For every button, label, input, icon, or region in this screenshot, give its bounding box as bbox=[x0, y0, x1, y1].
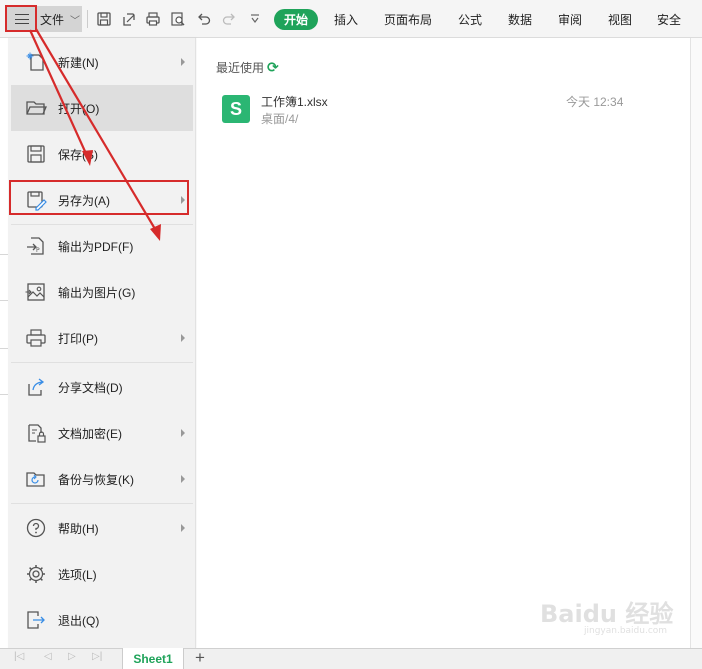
menu-item-exit[interactable]: 退出(Q) bbox=[11, 597, 193, 643]
menu-item-label: 输出为PDF(F) bbox=[58, 239, 134, 254]
tab-page-layout[interactable]: 页面布局 bbox=[384, 11, 432, 28]
open-folder-icon bbox=[26, 101, 47, 115]
help-icon bbox=[26, 518, 46, 538]
export-image-icon bbox=[25, 283, 45, 301]
refresh-icon[interactable]: ⟳ bbox=[267, 59, 279, 76]
menu-item-label: 新建(N) bbox=[58, 55, 99, 70]
tab-view[interactable]: 视图 bbox=[608, 11, 632, 28]
menu-item-share[interactable]: 分享文档(D) bbox=[11, 364, 193, 410]
submenu-arrow-icon bbox=[181, 475, 185, 483]
recent-title: 最近使用 ⟳ bbox=[216, 59, 279, 76]
print-icon[interactable] bbox=[142, 8, 164, 30]
menu-item-label: 打开(O) bbox=[58, 101, 100, 116]
menu-item-label: 选项(L) bbox=[58, 567, 97, 582]
tab-home[interactable]: 开始 bbox=[274, 9, 318, 30]
baidu-watermark: Baidu 经验 jingyan.baidu.com bbox=[540, 592, 690, 640]
menu-item-options[interactable]: 选项(L) bbox=[11, 551, 193, 597]
menu-item-label: 帮助(H) bbox=[58, 521, 99, 536]
print-preview-icon[interactable] bbox=[167, 8, 189, 30]
menu-item-encrypt[interactable]: 文档加密(E) bbox=[11, 410, 193, 456]
spreadsheet-file-icon: S bbox=[222, 95, 250, 123]
submenu-arrow-icon bbox=[181, 524, 185, 532]
export-pdf-icon: P bbox=[27, 237, 44, 255]
tab-security[interactable]: 安全 bbox=[657, 11, 681, 28]
tab-review[interactable]: 审阅 bbox=[558, 11, 582, 28]
menu-item-label: 退出(Q) bbox=[58, 613, 100, 628]
recent-files-panel: 最近使用 ⟳ S 工作簿1.xlsx 桌面/4/ 今天 12:34 bbox=[197, 38, 690, 648]
next-sheet-icon[interactable]: ▷ bbox=[68, 651, 76, 662]
more-dropdown-icon[interactable] bbox=[244, 8, 266, 30]
printer-icon bbox=[26, 329, 46, 347]
chevron-down-icon: ﹀ bbox=[70, 15, 81, 27]
menu-item-print[interactable]: 打印(P) bbox=[11, 315, 193, 361]
recent-title-text: 最近使用 bbox=[216, 61, 265, 75]
watermark-url: jingyan.baidu.com bbox=[584, 626, 668, 636]
undo-icon[interactable] bbox=[193, 8, 215, 30]
new-file-icon bbox=[26, 52, 44, 71]
save-icon bbox=[27, 145, 45, 163]
watermark-text: Baidu 经验 bbox=[540, 600, 674, 628]
submenu-arrow-icon bbox=[181, 58, 185, 66]
submenu-arrow-icon bbox=[181, 334, 185, 342]
sheet-tab-bar bbox=[0, 648, 702, 669]
last-sheet-icon[interactable]: ▷| bbox=[92, 651, 102, 662]
encrypt-icon bbox=[28, 424, 46, 443]
annotation-highlight-save-as bbox=[9, 180, 189, 215]
tab-data[interactable]: 数据 bbox=[508, 11, 532, 28]
submenu-arrow-icon bbox=[181, 429, 185, 437]
menu-divider bbox=[11, 503, 193, 504]
file-menu-label: 文件 bbox=[40, 12, 65, 27]
settings-gear-icon bbox=[27, 565, 45, 583]
menu-item-label: 保存(S) bbox=[58, 147, 98, 162]
menu-item-help[interactable]: 帮助(H) bbox=[11, 505, 193, 551]
save-icon[interactable] bbox=[93, 8, 115, 30]
menu-item-open[interactable]: 打开(O) bbox=[11, 85, 193, 131]
recent-file-item[interactable]: S 工作簿1.xlsx 桌面/4/ 今天 12:34 bbox=[222, 94, 632, 126]
backup-icon bbox=[26, 472, 45, 487]
exit-icon bbox=[27, 611, 45, 629]
recent-file-name: 工作簿1.xlsx bbox=[261, 95, 328, 109]
file-menu-panel: 新建(N) 打开(O) 保存(S) 另存为(A) P 输出为PDF(F) 输出为… bbox=[8, 38, 196, 648]
menu-item-export-image[interactable]: 输出为图片(G) bbox=[11, 269, 193, 315]
prev-sheet-icon[interactable]: ◁ bbox=[44, 651, 52, 662]
menu-item-export-pdf[interactable]: P 输出为PDF(F) bbox=[11, 223, 193, 269]
menu-item-backup[interactable]: 备份与恢复(K) bbox=[11, 456, 193, 502]
export-icon[interactable] bbox=[118, 8, 140, 30]
recent-file-path: 桌面/4/ bbox=[261, 112, 299, 126]
menu-item-save[interactable]: 保存(S) bbox=[11, 131, 193, 177]
sheet-tab-active[interactable]: Sheet1 bbox=[122, 648, 184, 669]
share-icon bbox=[28, 378, 45, 396]
add-sheet-icon[interactable]: + bbox=[195, 648, 205, 668]
sheet-edge bbox=[690, 38, 702, 648]
menu-item-label: 分享文档(D) bbox=[58, 380, 123, 395]
tab-formulas[interactable]: 公式 bbox=[458, 11, 482, 28]
tab-insert[interactable]: 插入 bbox=[334, 11, 358, 28]
redo-icon[interactable] bbox=[218, 8, 240, 30]
first-sheet-icon[interactable]: |◁ bbox=[14, 651, 24, 662]
file-menu-button[interactable]: 文件 ﹀ bbox=[38, 6, 82, 32]
menu-item-label: 备份与恢复(K) bbox=[58, 472, 134, 487]
menu-item-label: 输出为图片(G) bbox=[58, 285, 136, 300]
top-toolbar: 文件 ﹀ 开始 插入 页面布局 公式 数据 审阅 视图 安全 bbox=[0, 0, 702, 38]
svg-text:P: P bbox=[36, 247, 40, 254]
menu-item-label: 打印(P) bbox=[58, 331, 98, 346]
toolbar-divider bbox=[87, 10, 88, 28]
menu-item-new[interactable]: 新建(N) bbox=[11, 39, 193, 85]
menu-item-label: 文档加密(E) bbox=[58, 426, 122, 441]
annotation-highlight-menu-button bbox=[5, 5, 37, 32]
menu-divider bbox=[11, 362, 193, 363]
recent-file-time: 今天 12:34 bbox=[566, 95, 624, 109]
